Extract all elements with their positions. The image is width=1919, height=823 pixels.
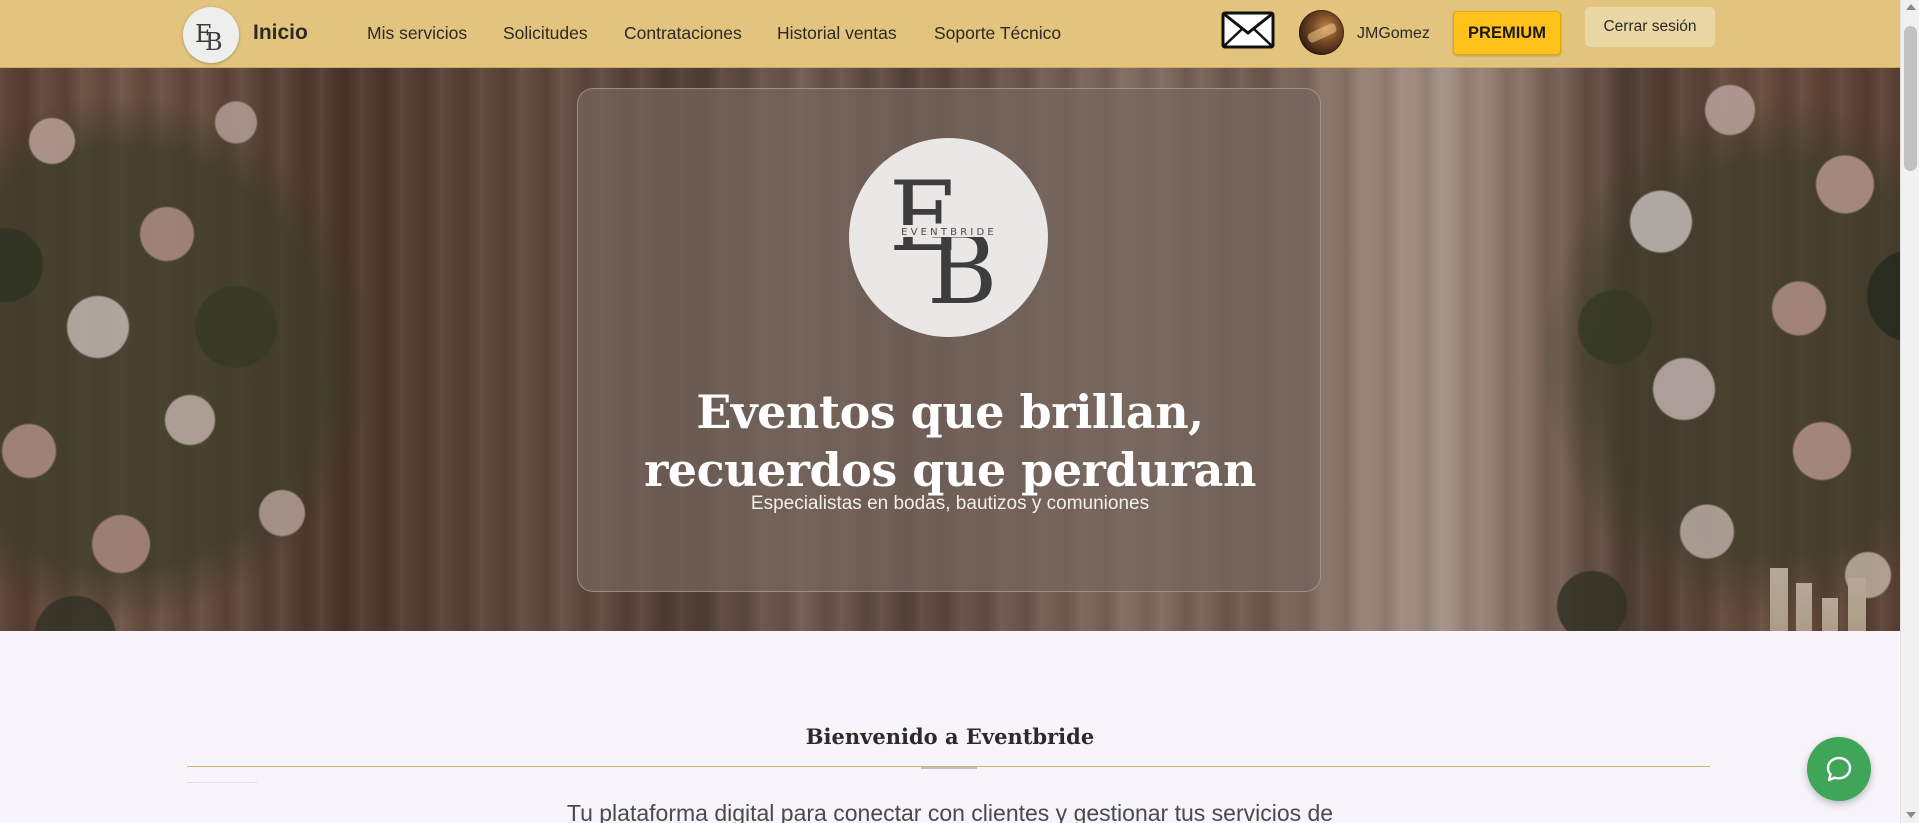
nav-home-link[interactable]: Inicio	[253, 21, 308, 45]
scroll-up-arrow-icon[interactable]	[1906, 4, 1916, 10]
section-divider-small	[187, 782, 257, 783]
hero-card: E B EVENTBRIDE Eventos que brillan, recu…	[577, 88, 1321, 592]
username-label[interactable]: JMGomez	[1357, 25, 1430, 43]
chat-button[interactable]	[1807, 737, 1871, 801]
premium-button[interactable]: PREMIUM	[1453, 11, 1561, 55]
user-avatar[interactable]	[1299, 10, 1344, 55]
logout-button[interactable]: Cerrar sesión	[1585, 7, 1715, 47]
scroll-down-arrow-icon[interactable]	[1906, 812, 1916, 818]
nav-item-historial-ventas[interactable]: Historial ventas	[777, 23, 897, 44]
hero-logo-icon: E B EVENTBRIDE	[849, 138, 1048, 337]
chat-bubble-icon	[1826, 756, 1852, 782]
hero-logo-wordmark: EVENTBRIDE	[901, 227, 997, 238]
brand-logo-icon[interactable]: E B	[183, 7, 239, 63]
nav-item-contrataciones[interactable]: Contrataciones	[624, 23, 742, 44]
top-navigation-bar: E B Inicio Mis servicios Solicitudes Con…	[0, 0, 1900, 68]
nav-item-mis-servicios[interactable]: Mis servicios	[367, 23, 467, 44]
hero-subtitle: Especialistas en bodas, bautizos y comun…	[750, 493, 1150, 514]
svg-text:B: B	[205, 28, 223, 56]
page-scrollbar[interactable]	[1900, 0, 1919, 823]
nav-item-soporte-tecnico[interactable]: Soporte Técnico	[934, 23, 1061, 44]
section-divider-accent	[921, 767, 977, 769]
welcome-description: Tu plataforma digital para conectar con …	[566, 800, 1334, 823]
hero-title-line-1: Eventos que brillan,	[696, 385, 1204, 439]
hero-title-line-2: recuerdos que perduran	[644, 443, 1256, 497]
mail-envelope-icon[interactable]	[1221, 11, 1275, 49]
hero-banner: E B EVENTBRIDE Eventos que brillan, recu…	[0, 68, 1900, 631]
welcome-heading: Bienvenido a Eventbride	[805, 724, 1095, 749]
scrollbar-thumb[interactable]	[1904, 26, 1917, 171]
hero-title: Eventos que brillan, recuerdos que perdu…	[578, 383, 1322, 499]
eb-monogram-icon: E B	[195, 20, 223, 56]
nav-item-solicitudes[interactable]: Solicitudes	[503, 23, 588, 44]
